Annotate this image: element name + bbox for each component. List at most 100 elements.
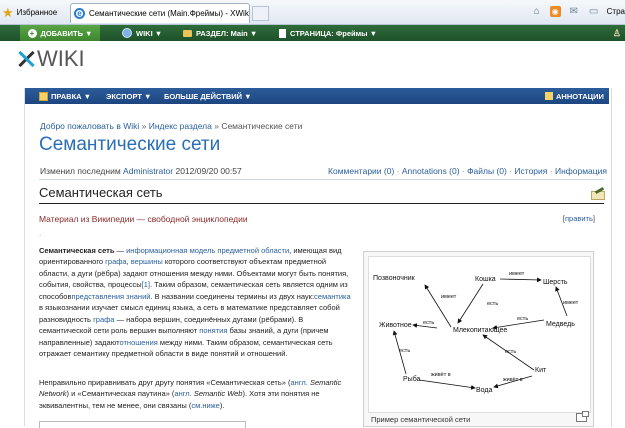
plus-icon: +	[27, 28, 37, 38]
figure-image[interactable]: Позвоночник Кошка Шерсть Животное Млекоп…	[368, 256, 591, 413]
edge-ryba-voda	[418, 379, 476, 390]
figure-caption: Пример семантической сети	[371, 415, 471, 424]
tab-title: Семантические сети (Main.Фреймы) - XWiki	[88, 9, 249, 18]
new-tab-button[interactable]	[252, 6, 269, 21]
stray-dot: .	[39, 229, 42, 238]
second-paragraph: Неправильно приравнивать друг другу поня…	[39, 377, 351, 411]
link-see-below[interactable]: см.ниже	[191, 401, 220, 410]
footnote-link[interactable]: [1]	[142, 280, 150, 289]
browser-tools: ⌂ ◉ ✉ ▭ Стра	[530, 4, 625, 18]
link-english[interactable]: англ.	[291, 378, 308, 387]
star-icon: ★	[2, 4, 14, 20]
author-link[interactable]: Administrator	[123, 166, 173, 176]
breadcrumb-sep: »	[214, 121, 219, 131]
xwiki-logo[interactable]: WIKI	[16, 46, 85, 71]
node-ryba: Рыба	[403, 375, 421, 383]
section-heading: Семантическая сеть	[39, 185, 163, 200]
edge-label-est-3: есть	[517, 316, 528, 322]
edge-label-zhivet-2: живёт в	[503, 377, 523, 383]
wiki-menu[interactable]: WIKI ▼	[122, 25, 162, 41]
edge-koshka-sherst	[499, 277, 542, 283]
more-actions-menu[interactable]: БОЛЬШЕ ДЕЙСТВИЙ ▼	[164, 88, 252, 104]
text: . В названии соединены термины из двух н…	[150, 291, 315, 301]
comments-link[interactable]: Комментарии (0)	[328, 166, 394, 176]
breadcrumb-index[interactable]: Индекс раздела	[149, 121, 212, 131]
breadcrumb-home[interactable]: Добро пожаловать в Wiki	[40, 121, 139, 131]
node-voda: Вода	[476, 387, 492, 394]
print-icon[interactable]: ▭	[587, 4, 601, 18]
favorites-button[interactable]: ★ Избранное	[2, 4, 57, 21]
pencil-icon	[39, 91, 48, 101]
link-relations[interactable]: отношения	[119, 338, 157, 347]
mail-icon[interactable]: ✉	[567, 4, 581, 18]
edit-section-icon[interactable]	[591, 191, 605, 200]
link-knowledge-representation[interactable]: представления знаний	[71, 292, 150, 301]
user-icon[interactable]: ♙	[613, 25, 621, 41]
edit-section-link[interactable]: править	[565, 214, 593, 223]
page-menu-xwiki[interactable]: СТРАНИЦА: Фреймы ▼	[279, 25, 377, 41]
edit-menu-label: ПРАВКА ▼	[51, 91, 92, 101]
rss-icon[interactable]: ◉	[549, 5, 561, 17]
files-link[interactable]: Файлы (0)	[467, 166, 507, 176]
link-sep: ·	[459, 166, 468, 176]
wiki-menu-label: WIKI ▼	[136, 28, 163, 38]
article-subtitle: Материал из Википедии — свободной энцикл…	[39, 214, 248, 224]
ie-page-icon: e	[74, 8, 85, 19]
add-menu[interactable]: + ДОБАВИТЬ ▼	[20, 25, 100, 41]
link-graph-2[interactable]: графа	[93, 315, 114, 324]
contents-box-edge	[39, 421, 246, 428]
annotations-button[interactable]: АННОТАЦИИ	[545, 88, 604, 104]
text: ) и «Семантическая паутина» (	[66, 389, 175, 399]
logo-text: WIKI	[37, 46, 85, 71]
italic-term-2: Semantic Web	[193, 389, 243, 399]
annotations-label: АННОТАЦИИ	[556, 91, 604, 101]
browser-tab[interactable]: e Семантические сети (Main.Фреймы) - XWi…	[70, 3, 250, 23]
text: —	[114, 246, 127, 255]
link-semantics[interactable]: семантика	[314, 292, 351, 301]
edit-menu[interactable]: ПРАВКА ▼	[39, 88, 91, 104]
link-graph[interactable]: графа	[105, 257, 126, 266]
modified-date: 2012/09/20 00:57	[175, 166, 242, 176]
last-modified-prefix: Изменил последним	[40, 166, 121, 176]
history-link[interactable]: История	[514, 166, 547, 176]
page-menu[interactable]: Стра	[607, 7, 625, 16]
term: Семантическая сеть	[39, 246, 115, 255]
link-english-2[interactable]: англ.	[174, 389, 191, 398]
semantic-network-figure: Позвоночник Кошка Шерсть Животное Млекоп…	[363, 251, 594, 427]
edit-bracket-close: ]	[592, 214, 595, 223]
link-vertices[interactable]: вершины	[131, 257, 163, 266]
section-menu-label: РАЗДЕЛ: Main ▼	[196, 28, 258, 38]
add-menu-label: ДОБАВИТЬ ▼	[40, 28, 93, 38]
edge-label-imeet-1: имеет	[509, 271, 525, 277]
intro-paragraph: Семантическая сеть — информационная моде…	[39, 245, 351, 360]
edge-label-est-5: есть	[505, 349, 516, 355]
section-menu[interactable]: РАЗДЕЛ: Main ▼	[183, 25, 257, 41]
edge-label-est-2: есть	[423, 320, 434, 326]
node-pozv: Позвоночник	[373, 275, 416, 282]
link-concepts[interactable]: понятия	[199, 326, 227, 335]
enlarge-icon[interactable]	[576, 411, 589, 422]
link-sep: ·	[394, 166, 402, 176]
edge-label-zhivet-1: живёт в	[431, 372, 451, 378]
breadcrumb: Добро пожаловать в Wiki » Индекс раздела…	[40, 121, 302, 131]
info-link[interactable]: Информация	[555, 166, 607, 176]
link-domain-model[interactable]: модель предметной области	[190, 246, 290, 255]
globe-icon	[122, 28, 132, 38]
text: Неправильно приравнивать друг другу поня…	[39, 378, 291, 387]
edge-label-imeet-3: имеет	[563, 300, 579, 306]
favorites-label: Избранное	[16, 8, 58, 17]
edge-koshka-mlek	[457, 283, 484, 324]
link-informational[interactable]: информационная	[126, 246, 187, 255]
x-logo-icon	[16, 49, 36, 69]
node-koshka: Кошка	[475, 276, 496, 283]
link-sep: ·	[547, 166, 555, 176]
node-mlek: Млекопитающее	[453, 327, 507, 334]
semantic-network-diagram: Позвоночник Кошка Шерсть Животное Млекоп…	[373, 271, 579, 394]
edge-label-imeet-2: имеет	[441, 294, 457, 300]
more-actions-label: БОЛЬШЕ ДЕЙСТВИЙ ▼	[164, 91, 252, 101]
divider	[39, 179, 604, 180]
heading-rule	[39, 203, 604, 204]
export-menu[interactable]: ЭКСПОРТ ▼	[106, 88, 151, 104]
annotations-link[interactable]: Annotations (0)	[402, 166, 460, 176]
home-icon[interactable]: ⌂	[530, 4, 544, 18]
